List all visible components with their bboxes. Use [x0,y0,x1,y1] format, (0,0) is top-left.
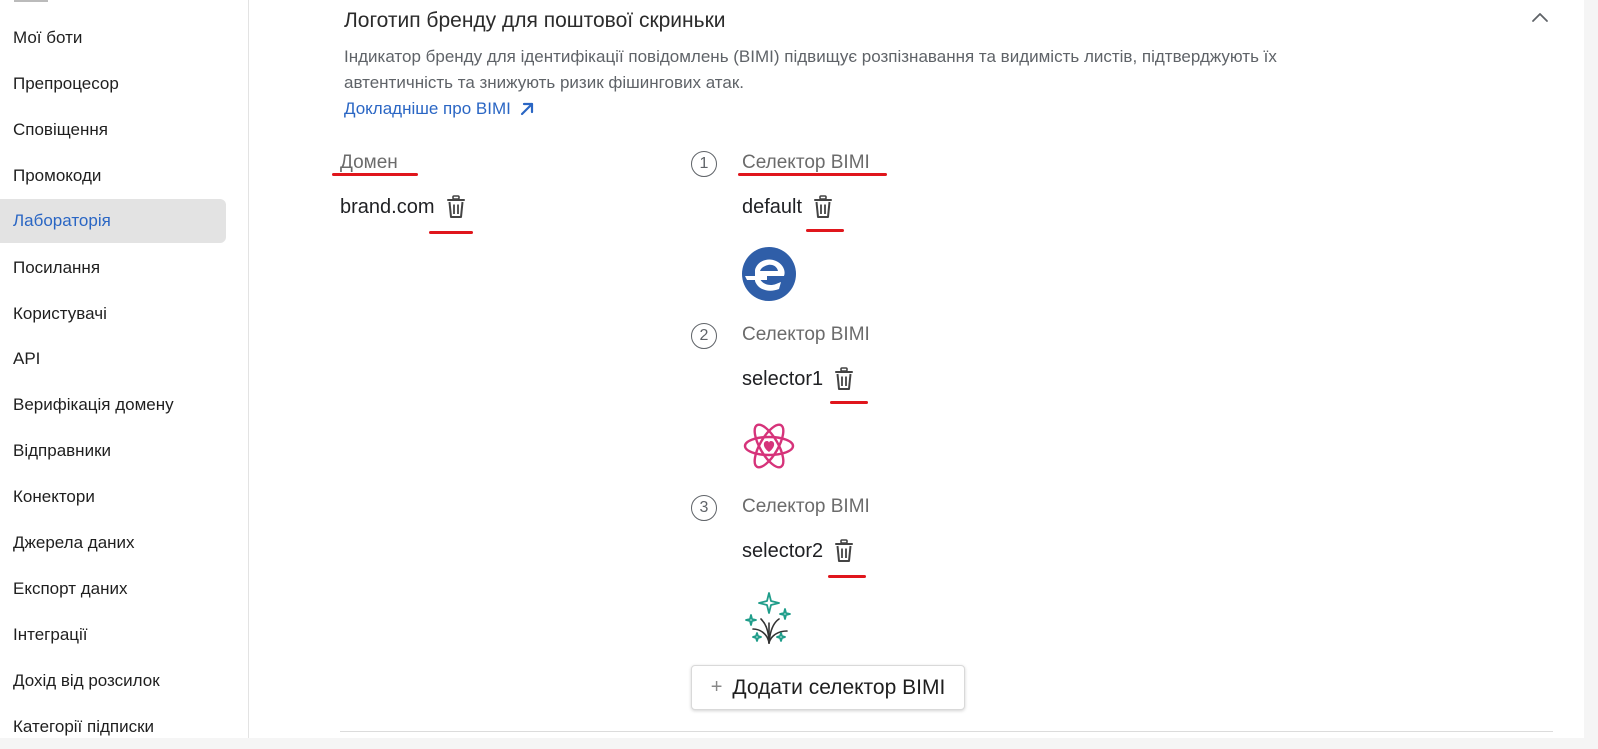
external-arrow-icon [520,102,533,116]
sidebar-item-label: Джерела даних [13,533,135,552]
annotation-underline [429,231,473,234]
selector-header-2: Селектор BIMI [742,324,870,345]
sidebar-item-links[interactable]: Посилання [0,246,226,290]
sidebar-item-notifications[interactable]: Сповіщення [0,108,226,152]
sidebar-item-data-sources[interactable]: Джерела даних [0,521,226,565]
sidebar-item-label: Відправники [13,441,111,460]
sidebar-item-my-bots[interactable]: Мої боти [0,16,226,60]
sidebar-item-label: Конектори [13,487,95,506]
selector-row-1: default [742,195,834,219]
sidebar-item-preprocessor[interactable]: Препроцесор [0,62,226,106]
sidebar-item-promocodes[interactable]: Промокоди [0,154,226,198]
step-number-2: 2 [691,323,717,349]
selector-value-1: default [742,195,803,218]
delete-domain-trash-icon[interactable] [445,195,467,219]
add-bimi-selector-label: Додати селектор BIMI [732,675,946,699]
section-title: Логотип бренду для поштової скриньки [344,9,726,32]
delete-selector-1-trash-icon[interactable] [812,195,834,219]
sidebar-item-label: Користувачі [13,304,107,323]
sidebar-item-data-export[interactable]: Експорт даних [0,567,226,611]
sidebar-item-domain-verification[interactable]: Верифікація домену [0,383,226,427]
section-divider [340,731,1553,732]
annotation-underline [830,401,868,404]
sidebar-item-senders[interactable]: Відправники [0,429,226,473]
plus-icon: + [710,676,723,698]
annotation-underline [806,229,844,232]
sidebar: Мої боти Препроцесор Сповіщення Промокод… [0,0,249,738]
annotation-underline [828,575,866,578]
chevron-up-icon[interactable] [1530,10,1550,24]
selector-value-3: selector2 [742,539,824,562]
sidebar-item-label: Сповіщення [13,120,108,139]
selector-row-3: selector2 [742,539,855,563]
selector-header-1: Селектор BIMI [742,152,870,173]
sidebar-item-label: Посилання [13,258,101,277]
selector-header-3: Селектор BIMI [742,496,870,517]
sidebar-item-label: Верифікація домену [13,395,174,414]
sidebar-item-subscription-categories[interactable]: Категорії підписки [0,705,226,749]
sidebar-item-label: Лабораторія [13,211,111,230]
learn-more-label: Докладніше про BIMI [344,99,511,118]
delete-selector-2-trash-icon[interactable] [833,367,855,391]
sidebar-item-label: Промокоди [13,166,102,185]
sidebar-item-api[interactable]: API [0,337,226,381]
sidebar-item-label: API [13,349,41,368]
sidebar-item-connectors[interactable]: Конектори [0,475,226,519]
sidebar-item-label: Мої боти [13,28,83,47]
selector-row-2: selector1 [742,367,855,391]
add-bimi-selector-button[interactable]: + Додати селектор BIMI [691,665,965,710]
domain-header: Домен [340,152,398,173]
selector-value-2: selector1 [742,367,824,390]
section-description: Індикатор бренду для ідентифікації повід… [344,47,1277,92]
sidebar-item-label: Препроцесор [13,74,119,93]
annotation-underline [332,173,418,176]
domain-value: brand.com [340,195,435,218]
main-panel: Логотип бренду для поштової скриньки Інд… [249,0,1584,738]
sidebar-item-users[interactable]: Користувачі [0,292,226,336]
sidebar-item-label: Інтеграції [13,625,88,644]
blue-e-logo-icon [742,247,796,301]
sidebar-item-laboratory[interactable]: Лабораторія [0,199,226,243]
annotation-underline [738,173,887,176]
page-right-margin [1584,0,1598,738]
sidebar-item-mailing-revenue[interactable]: Дохід від розсилок [0,659,226,703]
pink-atom-heart-logo-icon [743,423,795,469]
sidebar-item-integrations[interactable]: Інтеграції [0,613,226,657]
step-number-3: 3 [691,495,717,521]
sidebar-top-fragment [14,0,48,2]
sidebar-item-label: Експорт даних [13,579,128,598]
sidebar-item-label: Категорії підписки [13,717,155,736]
learn-more-link[interactable]: Докладніше про BIMI [344,99,535,119]
step-number-1: 1 [691,151,717,177]
delete-selector-3-trash-icon[interactable] [833,539,855,563]
domain-row: brand.com [340,195,467,219]
sidebar-item-label: Дохід від розсилок [13,671,160,690]
sparkles-fireworks-logo-icon [745,592,791,644]
